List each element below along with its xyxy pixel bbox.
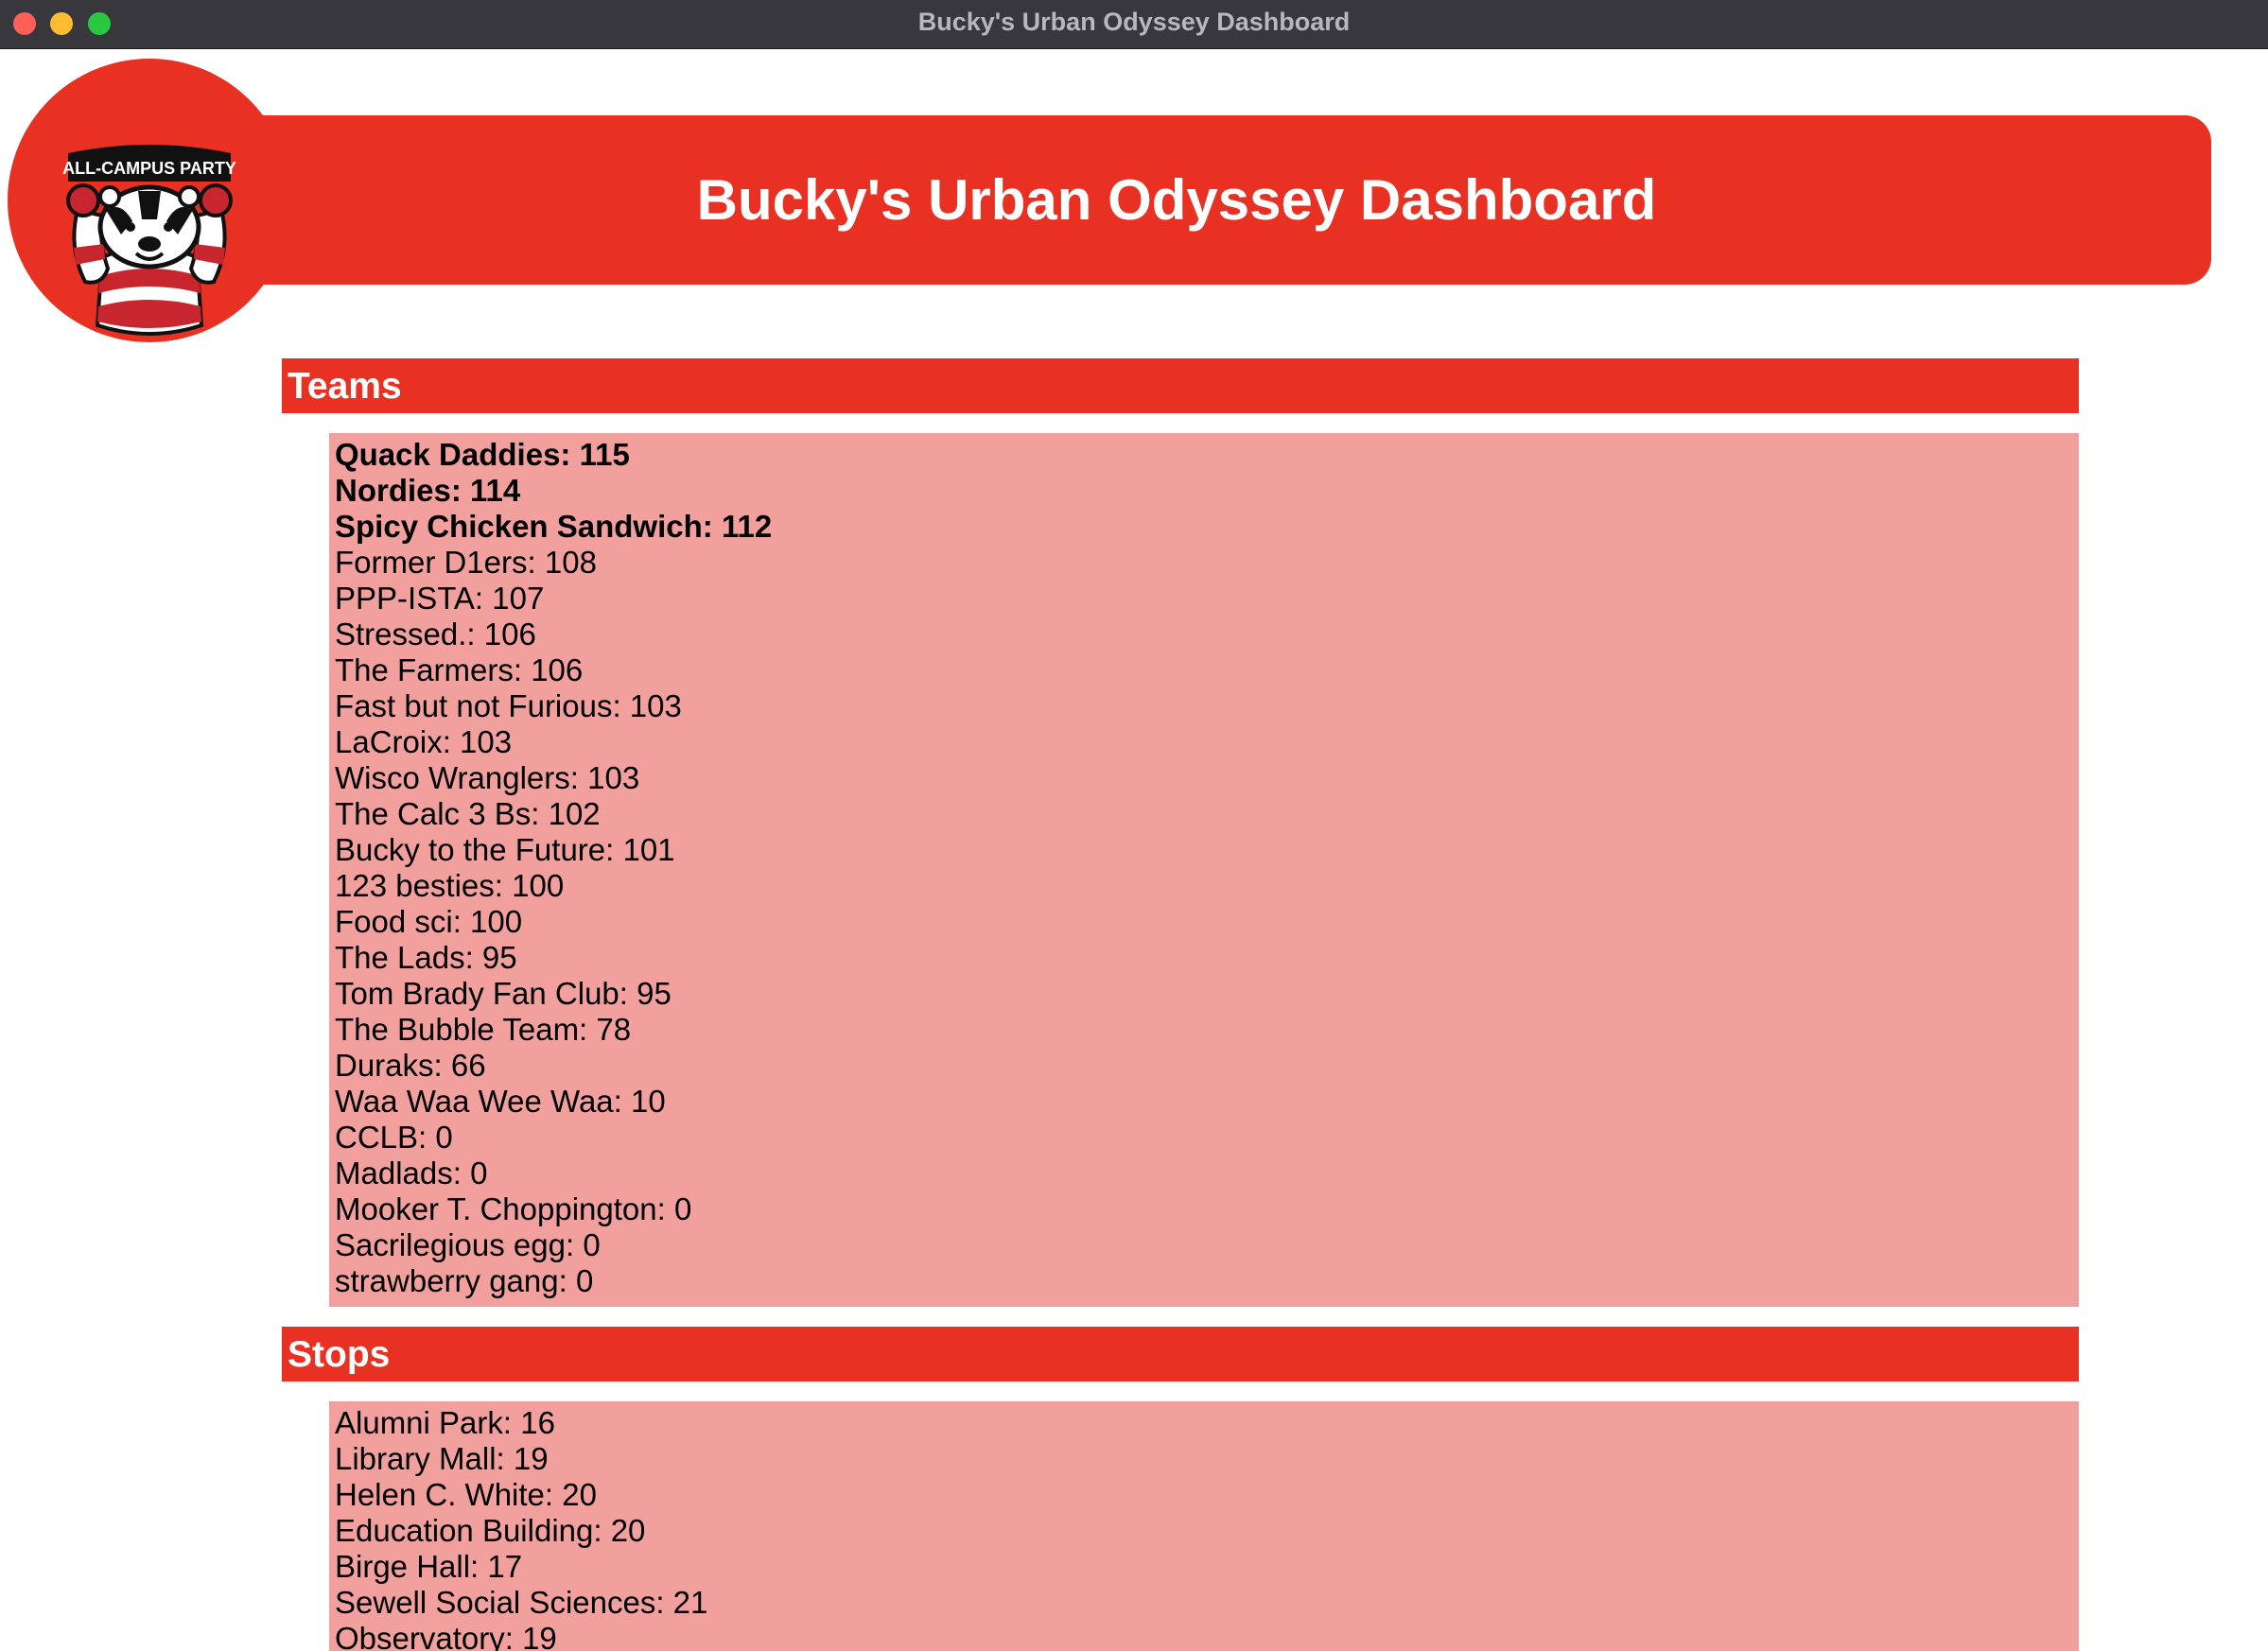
team-list-item: The Farmers: 106 [335, 652, 584, 687]
team-list-item: LaCroix: 103 [335, 724, 513, 759]
stop-list-item: Library Mall: 19 [335, 1441, 549, 1476]
logo-text: ALL-CAMPUS PARTY [62, 159, 236, 178]
stops-list: Alumni Park: 16 Library Mall: 19 Helen C. … [329, 1401, 2079, 1651]
team-list-item: Duraks: 66 [335, 1048, 486, 1083]
stops-heading: Stops [288, 1334, 391, 1375]
badger-mascot-icon: ALL-CAMPUS PARTY [62, 145, 236, 336]
team-list-item: strawberry gang: 0 [335, 1263, 594, 1298]
team-list-item: Sacrilegious egg: 0 [335, 1227, 601, 1262]
stop-list-item: Observatory: 19 [335, 1621, 557, 1651]
team-list-item: Bucky to the Future: 101 [335, 832, 675, 867]
team-list-item: 123 besties: 100 [335, 868, 565, 903]
team-list-item: Madlads: 0 [335, 1156, 488, 1190]
team-list-item: Nordies: 114 [335, 473, 521, 508]
stop-list-item: Education Building: 20 [335, 1513, 646, 1548]
window-titlebar: Bucky's Urban Odyssey Dashboard [0, 0, 2268, 49]
all-campus-party-logo: ALL-CAMPUS PARTY [8, 59, 291, 342]
team-list-item: Quack Daddies: 115 [335, 437, 630, 472]
team-list-item: Fast but not Furious: 103 [335, 688, 682, 723]
team-list-item: Food sci: 100 [335, 904, 523, 939]
team-list-item: Former D1ers: 108 [335, 545, 597, 580]
stops-section-header: Stops [282, 1327, 2079, 1382]
team-list-item: CCLB: 0 [335, 1120, 453, 1155]
teams-heading: Teams [288, 366, 402, 407]
team-list-item: Spicy Chicken Sandwich: 112 [335, 509, 773, 544]
team-list-item: Mooker T. Choppington: 0 [335, 1191, 692, 1226]
teams-list: Quack Daddies: 115 Nordies: 114 Spicy Chic… [329, 433, 2079, 1307]
stop-list-item: Alumni Park: 16 [335, 1405, 555, 1440]
window-title: Bucky's Urban Odyssey Dashboard [917, 8, 1351, 36]
team-list-item: Stressed.: 106 [335, 617, 536, 652]
team-list-item: Tom Brady Fan Club: 95 [335, 976, 672, 1011]
team-list-item: The Lads: 95 [335, 940, 517, 975]
team-list-item: Wisco Wranglers: 103 [335, 760, 640, 795]
teams-section-header: Teams [282, 358, 2079, 413]
stop-list-item: Birge Hall: 17 [335, 1549, 523, 1584]
team-list-item: PPP-ISTA: 107 [335, 581, 545, 616]
stop-list-item: Helen C. White: 20 [335, 1477, 597, 1512]
team-list-item: Waa Waa Wee Waa: 10 [335, 1084, 666, 1119]
team-list-item: The Calc 3 Bs: 102 [335, 796, 601, 831]
team-list-item: The Bubble Team: 78 [335, 1012, 632, 1047]
stop-list-item: Sewell Social Sciences: 21 [335, 1585, 708, 1620]
page-title: Bucky's Urban Odyssey Dashboard [696, 168, 1657, 232]
